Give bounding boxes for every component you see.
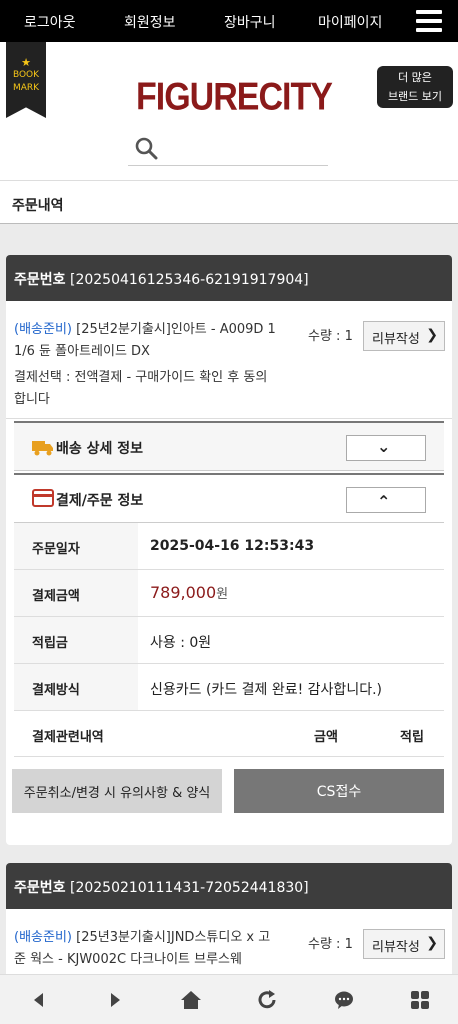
order-date-value: 2025-04-16 12:53:43 — [150, 538, 315, 554]
order-card: 주문번호 [20250416125346-62191917904] (배송준비)… — [6, 255, 452, 845]
expand-delivery-button[interactable]: ⌄ — [346, 435, 426, 461]
price-unit: 원 — [216, 587, 229, 602]
truck-icon — [32, 441, 53, 456]
write-review-label: 리뷰작성 — [372, 332, 420, 347]
forward-icon[interactable] — [104, 989, 126, 1011]
breadcrumb: 주문내역 — [0, 180, 458, 224]
home-icon[interactable] — [180, 989, 202, 1011]
bookmark-label-1: BOOK — [12, 70, 40, 80]
price-value: 789,000 — [150, 583, 217, 602]
points-value: 사용 : 0원 — [150, 635, 212, 651]
more-brands-line2: 브랜드 보기 — [387, 90, 443, 103]
payment-amount-value: 789,000원 — [150, 583, 228, 602]
bookmark-button[interactable]: ★ BOOK MARK — [6, 42, 46, 118]
shipping-status: (배송준비) — [14, 322, 72, 337]
order-date-label: 주문일자 — [14, 523, 138, 569]
delivery-detail-label: 배송 상세 정보 — [56, 441, 144, 457]
write-review-label: 리뷰작성 — [372, 940, 420, 955]
payment-amount-row: 결제금액 789,000원 — [14, 570, 444, 617]
order-item: (배송준비) [25년3분기출시]JND스튜디오 x 고준 웍스 - KJW00… — [6, 909, 452, 983]
cs-request-button[interactable]: CS접수 — [234, 769, 444, 813]
chevron-down-icon: ⌄ — [377, 437, 391, 456]
page-title: 주문내역 — [12, 198, 64, 214]
item-title[interactable]: (배송준비) [25년3분기출시]JND스튜디오 x 고준 웍스 - KJW00… — [14, 927, 278, 971]
order-number: [20250210111431-72052441830] — [69, 880, 309, 896]
order-number-label: 주문번호 — [14, 272, 66, 288]
chevron-right-icon: ❯ — [426, 935, 438, 951]
star-icon: ★ — [21, 56, 31, 69]
order-number-label: 주문번호 — [14, 880, 66, 896]
payment-history-header: 결제관련내역 금액 적립 — [14, 711, 444, 757]
site-logo[interactable]: FIGURECITY — [136, 75, 333, 119]
order-actions: 주문취소/변경 시 유의사항 & 양식 CS접수 — [6, 757, 452, 825]
delivery-detail-section[interactable]: 배송 상세 정보 ⌄ — [14, 421, 444, 471]
credit-card-icon — [32, 489, 54, 507]
mypage-link[interactable]: 마이페이지 — [318, 12, 382, 32]
top-nav: 로그아웃 회원정보 장바구니 마이페이지 — [0, 0, 458, 42]
chevron-right-icon: ❯ — [426, 327, 438, 343]
item-quantity: 수량 : 1 — [308, 329, 353, 344]
write-review-button[interactable]: 리뷰작성 ❯ — [363, 929, 445, 959]
order-header: 주문번호 [20250416125346-62191917904] — [6, 255, 452, 301]
points-row: 적립금 사용 : 0원 — [14, 617, 444, 664]
order-date-row: 주문일자 2025-04-16 12:53:43 — [14, 523, 444, 570]
chevron-up-icon: ⌃ — [377, 492, 391, 511]
logout-link[interactable]: 로그아웃 — [24, 12, 76, 32]
more-brands-button[interactable]: 더 많은 브랜드 보기 — [377, 66, 453, 108]
cancel-notice-button[interactable]: 주문취소/변경 시 유의사항 & 양식 — [12, 769, 222, 813]
item-option: 결제선택 : 전액결제 - 구매가이드 확인 후 동의합니다 — [14, 370, 268, 407]
history-col-points: 적립 — [400, 730, 424, 745]
write-review-button[interactable]: 리뷰작성 ❯ — [363, 321, 445, 351]
order-item: (배송준비) [25년2분기출시]인아트 - A009D 1 1/6 듄 폴아트… — [6, 301, 452, 419]
grid-menu-icon[interactable] — [409, 989, 431, 1011]
order-card: 주문번호 [20250210111431-72052441830] (배송준비)… — [6, 863, 452, 983]
more-brands-line1: 더 많은 — [398, 71, 432, 84]
cart-link[interactable]: 장바구니 — [224, 12, 276, 32]
bottom-toolbar — [0, 974, 458, 1024]
payment-method-label: 결제방식 — [14, 664, 138, 710]
collapse-payment-button[interactable]: ⌃ — [346, 487, 426, 513]
item-title[interactable]: (배송준비) [25년2분기출시]인아트 - A009D 1 1/6 듄 폴아트… — [14, 319, 278, 363]
bookmark-label-2: MARK — [12, 83, 40, 93]
member-info-link[interactable]: 회원정보 — [124, 12, 176, 32]
chat-icon[interactable] — [333, 989, 355, 1011]
payment-section[interactable]: 결제/주문 정보 ⌃ — [14, 473, 444, 523]
order-header: 주문번호 [20250210111431-72052441830] — [6, 863, 452, 909]
refresh-icon[interactable] — [256, 989, 278, 1011]
back-icon[interactable] — [28, 989, 50, 1011]
search-input[interactable] — [128, 132, 328, 166]
payment-amount-label: 결제금액 — [14, 570, 138, 616]
history-col-desc: 결제관련내역 — [32, 730, 104, 745]
shipping-status: (배송준비) — [14, 930, 72, 945]
menu-icon[interactable] — [416, 10, 442, 32]
site-header: ★ BOOK MARK FIGURECITY 더 많은 브랜드 보기 — [0, 42, 458, 180]
points-label: 적립금 — [14, 617, 138, 663]
payment-method-value: 신용카드 (카드 결제 완료! 감사합니다.) — [150, 682, 382, 698]
payment-section-label: 결제/주문 정보 — [56, 493, 144, 509]
payment-method-row: 결제방식 신용카드 (카드 결제 완료! 감사합니다.) — [14, 664, 444, 711]
order-number: [20250416125346-62191917904] — [69, 272, 309, 288]
search-icon[interactable] — [134, 136, 158, 160]
history-col-amount: 금액 — [314, 730, 338, 745]
item-quantity: 수량 : 1 — [308, 937, 353, 952]
